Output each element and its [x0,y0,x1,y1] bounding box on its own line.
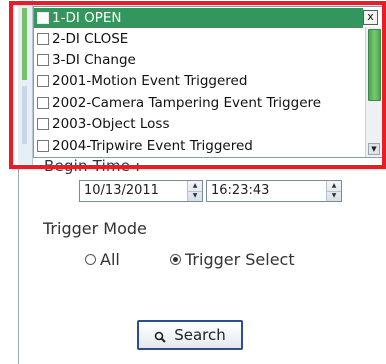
list-item-di-change[interactable]: 3-DI Change [34,50,363,70]
list-item-label: 2003-Object Loss [52,116,170,132]
radio-trigger-select[interactable]: Trigger Select [170,250,295,269]
search-button-label: Search [174,326,226,344]
time-spinner[interactable]: ▲ ▼ [326,181,341,201]
scrollbar-thumb[interactable] [368,29,381,101]
checkbox[interactable] [37,33,49,45]
checkbox[interactable] [37,12,49,24]
close-icon[interactable]: x [363,10,378,25]
list-item-di-open[interactable]: 1-DI OPEN [34,8,363,28]
radio-all-circle-icon[interactable] [85,254,96,265]
begin-time-input[interactable]: 16:23:43 ▲ ▼ [206,180,342,202]
radio-all-label: All [100,250,120,269]
list-item-tampering[interactable]: 2002-Camera Tampering Event Triggere [34,93,363,113]
list-item-label: 2002-Camera Tampering Event Triggere [52,95,322,111]
begin-date-input[interactable]: 10/13/2011 ▲ ▼ [79,180,203,202]
side-strip-green [22,8,27,80]
search-button[interactable]: Search [137,320,243,350]
list-item-motion[interactable]: 2001-Motion Event Triggered [34,71,363,91]
date-down-arrow-icon[interactable]: ▼ [188,191,202,201]
list-item-label: 3-DI Change [52,52,136,68]
side-strip [18,0,33,166]
list-item-di-close[interactable]: 2-DI CLOSE [34,29,363,49]
trigger-mode-label: Trigger Mode [43,219,147,238]
date-spinner[interactable]: ▲ ▼ [187,181,202,201]
magnifier-icon [154,329,166,343]
side-strip-blue [22,86,27,144]
list-item-label: 2001-Motion Event Triggered [52,73,248,89]
list-item-label: 1-DI OPEN [52,10,122,26]
radio-trigger-select-label: Trigger Select [185,250,295,269]
list-item-tripwire[interactable]: 2004-Tripwire Event Triggered [34,136,363,156]
list-item-object-loss[interactable]: 2003-Object Loss [34,114,363,134]
checkbox[interactable] [37,75,49,87]
list-item-label: 2-DI CLOSE [52,31,129,47]
list-item-label: 2004-Tripwire Event Triggered [52,138,253,154]
time-down-arrow-icon[interactable]: ▼ [327,191,341,201]
checkbox[interactable] [37,118,49,130]
list-scrollbar[interactable]: ▼ [365,27,382,157]
begin-date-value: 10/13/2011 [84,183,159,198]
checkbox[interactable] [37,97,49,109]
checkbox[interactable] [37,54,49,66]
radio-trigger-select-circle-icon[interactable] [170,254,181,265]
scroll-down-arrow-icon[interactable]: ▼ [368,143,380,155]
radio-all[interactable]: All [85,250,120,269]
begin-time-label: Begin Time : [44,157,141,175]
begin-time-value: 16:23:43 [211,183,270,198]
checkbox[interactable] [37,140,49,152]
trigger-event-list[interactable]: 1-DI OPEN 2-DI CLOSE 3-DI Change 2001-Mo… [33,6,383,158]
